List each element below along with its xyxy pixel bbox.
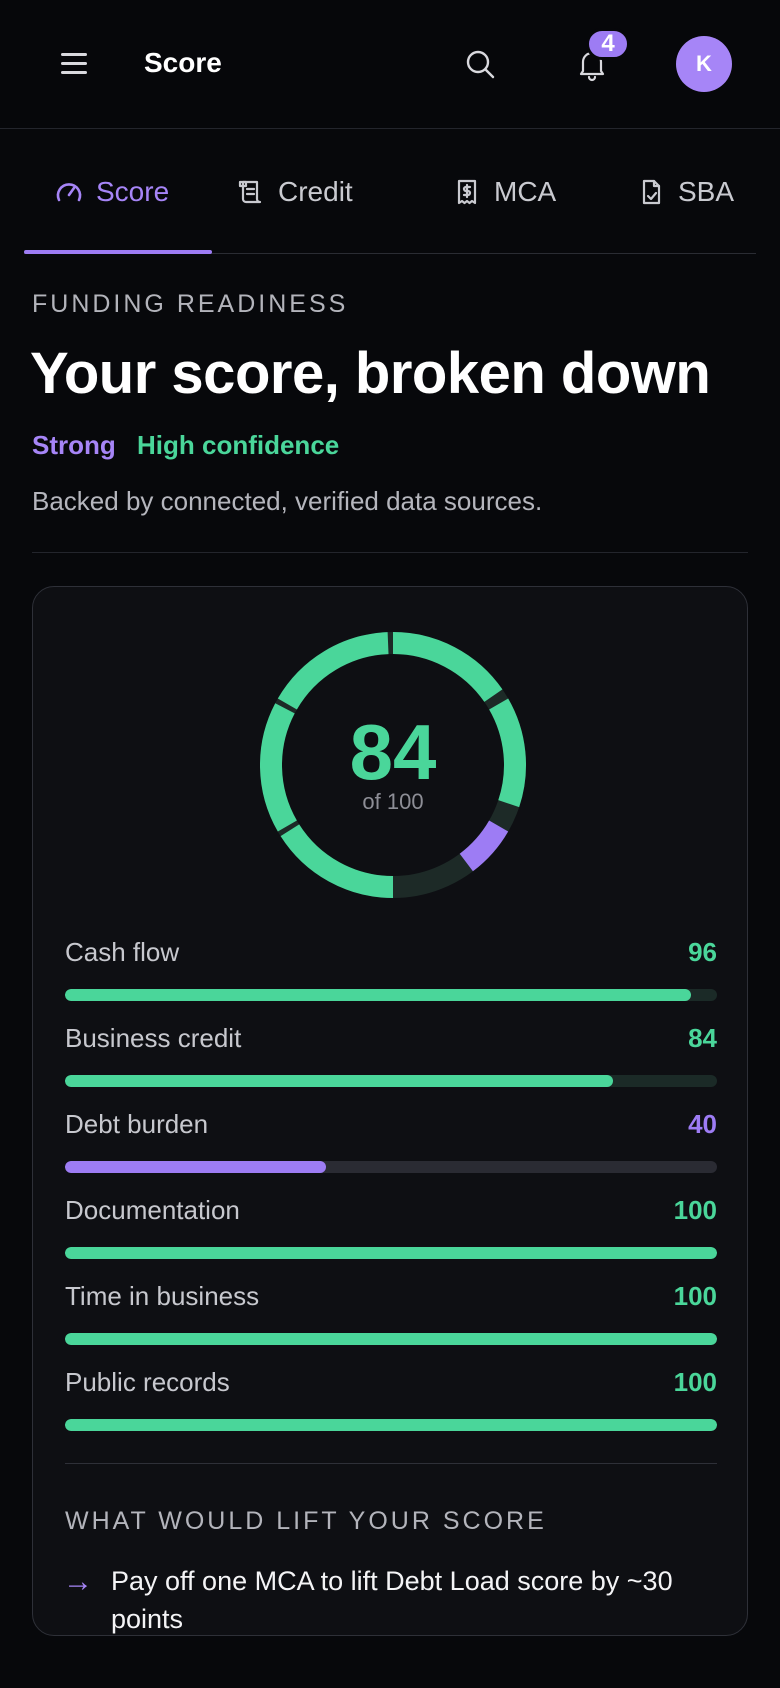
menu-icon[interactable]	[58, 48, 92, 80]
factor-label: Business credit	[65, 1023, 242, 1053]
factor-row: Business credit 84	[65, 1023, 717, 1109]
score-value: 84	[349, 708, 437, 796]
factor-value: 100	[673, 1195, 717, 1225]
factor-bar-track	[65, 1333, 717, 1345]
score-card: 84 of 100 Cash flow 96 Business credit 84 De…	[32, 586, 748, 1636]
factor-bar-fill	[65, 1333, 717, 1345]
factor-bar-fill	[65, 1419, 717, 1431]
section-eyebrow: FUNDING READINESS	[32, 290, 349, 318]
factor-value: 100	[673, 1281, 717, 1311]
factor-row: Cash flow 96	[65, 937, 717, 1023]
factor-bar-fill	[65, 1075, 613, 1087]
tab-mca[interactable]: MCA	[452, 130, 556, 254]
factor-bar-track	[65, 1075, 717, 1087]
lift-title: WHAT WOULD LIFT YOUR SCORE	[65, 1507, 547, 1535]
factor-row: Debt burden 40	[65, 1109, 717, 1195]
lift-suggestion: Pay off one MCA to lift Debt Load score …	[111, 1566, 673, 1634]
divider	[32, 552, 748, 553]
notification-badge: 4	[586, 28, 630, 60]
score-max-label: of 100	[362, 789, 424, 814]
factor-row: Documentation 100	[65, 1195, 717, 1281]
tab-credit-label: Credit	[278, 176, 353, 207]
tab-score[interactable]: Score	[54, 130, 169, 254]
factor-bar-track	[65, 1419, 717, 1431]
factor-value: 84	[688, 1023, 717, 1053]
data-source-note: Backed by connected, verified data sourc…	[32, 486, 543, 516]
factor-label: Debt burden	[65, 1109, 209, 1139]
factor-value: 96	[688, 937, 717, 967]
factor-value: 100	[673, 1367, 717, 1397]
factor-bar-track	[65, 1161, 717, 1173]
factor-value: 40	[688, 1109, 717, 1139]
search-icon[interactable]	[462, 46, 498, 82]
tab-mca-label: MCA	[494, 176, 557, 207]
receipt-dollar-icon	[457, 179, 477, 205]
factor-bar-fill	[65, 989, 691, 1001]
factor-label: Time in business	[65, 1281, 260, 1311]
tab-score-label: Score	[96, 176, 170, 207]
arrow-right-icon: →	[63, 1565, 93, 1598]
factor-row: Time in business 100	[65, 1281, 717, 1367]
factor-bar-track	[65, 1247, 717, 1259]
top-bar: Score 4 K	[0, 0, 780, 129]
app-root: Score 4 K Score Credit MCA SBA FUNDING R…	[0, 0, 780, 1688]
page-title: Score	[144, 47, 222, 78]
divider	[65, 1463, 717, 1464]
section-headline: Your score, broken down	[30, 341, 711, 406]
factor-bar-fill	[65, 1247, 717, 1259]
factor-label: Public records	[65, 1367, 230, 1397]
rating-row: Strong High confidence	[32, 430, 339, 461]
rating-badge: Strong	[32, 430, 116, 460]
factor-list: Cash flow 96 Business credit 84 Debt burden 4…	[65, 937, 717, 1453]
factor-bar-track	[65, 989, 717, 1001]
tab-bar: Score Credit MCA SBA	[24, 130, 756, 254]
confidence-badge: High confidence	[137, 430, 340, 460]
scroll-icon	[238, 180, 262, 204]
factor-row: Public records 100	[65, 1367, 717, 1453]
document-check-icon	[642, 179, 661, 205]
active-tab-indicator	[24, 250, 212, 254]
avatar[interactable]: K	[676, 36, 732, 92]
gauge-icon	[56, 183, 82, 202]
tab-sba-label: SBA	[678, 176, 735, 207]
factor-bar-fill	[65, 1161, 326, 1173]
factor-label: Documentation	[65, 1195, 240, 1225]
factor-label: Cash flow	[65, 937, 180, 967]
tab-credit[interactable]: Credit	[236, 130, 353, 254]
tab-sba[interactable]: SBA	[636, 130, 734, 254]
